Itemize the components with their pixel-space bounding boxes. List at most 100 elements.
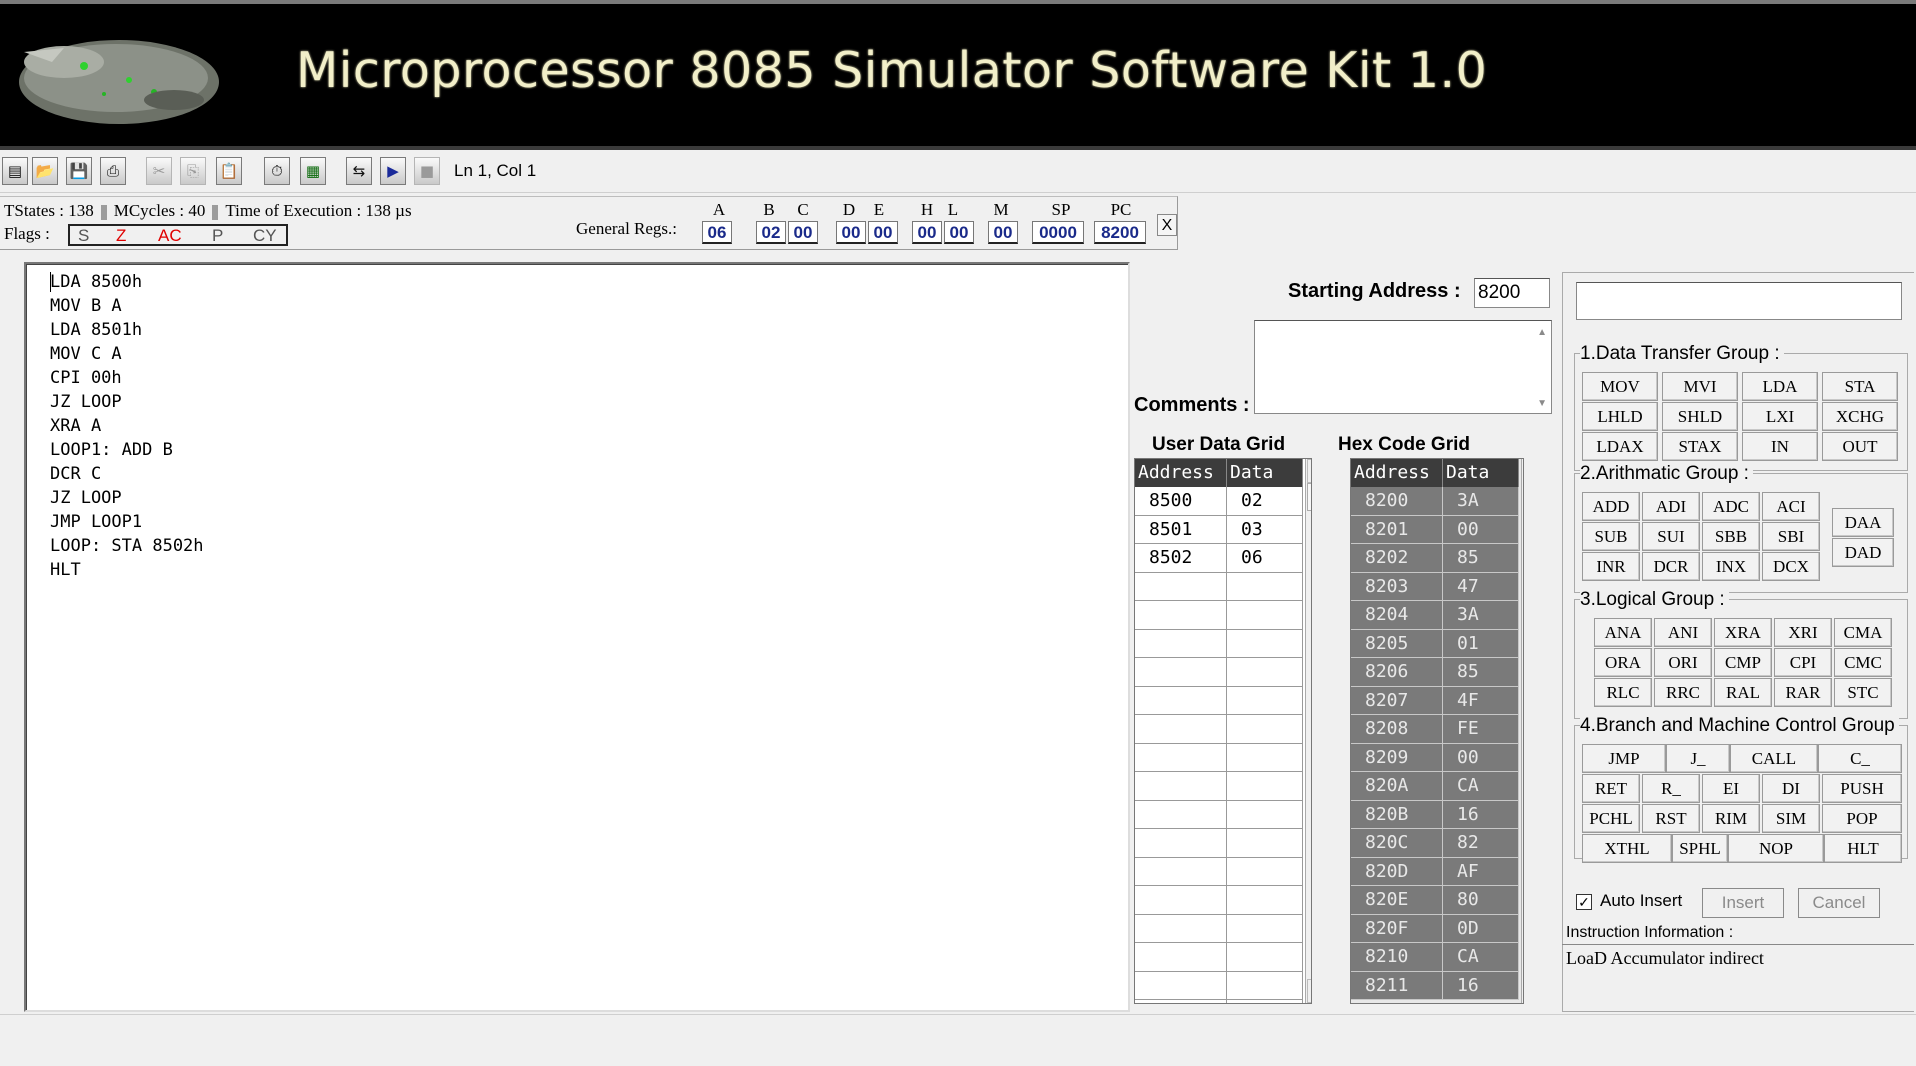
instr-button-rar[interactable]: RAR	[1774, 678, 1832, 707]
instr-button-dcr[interactable]: DCR	[1642, 552, 1700, 581]
grid-cell-data[interactable]: 80	[1443, 886, 1519, 915]
grid-header-address[interactable]: Address	[1135, 459, 1227, 487]
cancel-button[interactable]: Cancel	[1798, 888, 1880, 918]
grid-cell-address[interactable]	[1135, 743, 1227, 772]
copy-icon[interactable]: ⎘	[180, 157, 206, 185]
grid-cell-data[interactable]	[1227, 857, 1303, 886]
grid-cell-address[interactable]	[1135, 715, 1227, 744]
instr-button-ldax[interactable]: LDAX	[1582, 432, 1658, 461]
scroll-down-icon[interactable]: ▼	[1307, 979, 1311, 1003]
grid-cell-data[interactable]: 00	[1443, 743, 1519, 772]
instr-button-cmc[interactable]: CMC	[1834, 648, 1892, 677]
scroll-down-icon[interactable]: ▼	[1523, 979, 1524, 1003]
grid-cell-address[interactable]	[1135, 857, 1227, 886]
instr-button-sui[interactable]: SUI	[1642, 522, 1700, 551]
instr-button-rrc[interactable]: RRC	[1654, 678, 1712, 707]
grid-cell-address[interactable]: 820C	[1351, 829, 1443, 858]
grid-cell-data[interactable]: 00	[1443, 515, 1519, 544]
grid-cell-data[interactable]: 4F	[1443, 686, 1519, 715]
grid-cell-data[interactable]: FE	[1443, 715, 1519, 744]
grid-cell-data[interactable]	[1227, 886, 1303, 915]
instr-button-rlc[interactable]: RLC	[1594, 678, 1652, 707]
grid-cell-data[interactable]	[1227, 943, 1303, 972]
grid-cell-address[interactable]: 8502	[1135, 544, 1227, 573]
instr-button-pop[interactable]: POP	[1822, 804, 1902, 833]
instr-button-jmp[interactable]: JMP	[1582, 744, 1666, 773]
grid-header-data[interactable]: Data	[1443, 459, 1519, 487]
instr-button-sim[interactable]: SIM	[1762, 804, 1820, 833]
grid-cell-data[interactable]: 85	[1443, 658, 1519, 687]
grid-cell-data[interactable]: 16	[1443, 800, 1519, 829]
instr-button-lda[interactable]: LDA	[1742, 372, 1818, 401]
grid-cell-address[interactable]	[1135, 971, 1227, 1000]
run-icon[interactable]: ▶	[380, 157, 406, 185]
grid-scrollbar[interactable]: ▲▼	[1521, 459, 1524, 1003]
grid-cell-address[interactable]: 8500	[1135, 487, 1227, 516]
grid-cell-data[interactable]: 03	[1227, 515, 1303, 544]
instr-button-xthl[interactable]: XTHL	[1582, 834, 1672, 863]
scroll-up-icon[interactable]: ▲	[1537, 327, 1547, 338]
display-icon[interactable]: ▦	[300, 157, 326, 185]
close-registers-button[interactable]: X	[1157, 214, 1177, 236]
grid-cell-data[interactable]	[1227, 743, 1303, 772]
instr-button-di[interactable]: DI	[1762, 774, 1820, 803]
grid-cell-address[interactable]: 8207	[1351, 686, 1443, 715]
grid-cell-data[interactable]: AF	[1443, 857, 1519, 886]
grid-cell-address[interactable]: 8206	[1351, 658, 1443, 687]
instr-button-sub[interactable]: SUB	[1582, 522, 1640, 551]
instr-button-adc[interactable]: ADC	[1702, 492, 1760, 521]
grid-cell-data[interactable]: 16	[1443, 971, 1519, 1000]
grid-cell-address[interactable]: 8501	[1135, 515, 1227, 544]
grid-cell-address[interactable]	[1135, 800, 1227, 829]
grid-cell-data[interactable]	[1227, 572, 1303, 601]
instr-button-cx[interactable]: C_	[1818, 744, 1902, 773]
instr-button-adi[interactable]: ADI	[1642, 492, 1700, 521]
instr-button-aci[interactable]: ACI	[1762, 492, 1820, 521]
grid-cell-data[interactable]: 06	[1227, 544, 1303, 573]
instr-button-shld[interactable]: SHLD	[1662, 402, 1738, 431]
grid-cell-data[interactable]: CA	[1443, 772, 1519, 801]
scroll-thumb[interactable]	[1307, 483, 1311, 511]
instr-button-stax[interactable]: STAX	[1662, 432, 1738, 461]
grid-cell-address[interactable]: 820B	[1351, 800, 1443, 829]
grid-cell-data[interactable]: 85	[1443, 544, 1519, 573]
instr-button-lhld[interactable]: LHLD	[1582, 402, 1658, 431]
grid-cell-address[interactable]	[1135, 829, 1227, 858]
grid-cell-data[interactable]	[1227, 629, 1303, 658]
grid-cell-data[interactable]	[1227, 715, 1303, 744]
instr-button-xchg[interactable]: XCHG	[1822, 402, 1898, 431]
instr-button-mvi[interactable]: MVI	[1662, 372, 1738, 401]
instr-button-ana[interactable]: ANA	[1594, 618, 1652, 647]
code-editor[interactable]: LDA 8500h MOV B A LDA 8501h MOV C A CPI 00h J…	[24, 262, 1130, 1012]
grid-cell-data[interactable]	[1227, 971, 1303, 1000]
grid-cell-address[interactable]: 8202	[1351, 544, 1443, 573]
instruction-input[interactable]	[1576, 282, 1902, 320]
grid-cell-data[interactable]	[1227, 829, 1303, 858]
instr-button-sbb[interactable]: SBB	[1702, 522, 1760, 551]
instr-button-cmp[interactable]: CMP	[1714, 648, 1772, 677]
grid-cell-address[interactable]: 820F	[1351, 914, 1443, 943]
user-data-grid[interactable]: AddressData850002850103850206▲▼	[1134, 458, 1312, 1004]
stop-icon[interactable]: ■	[414, 157, 440, 185]
save-icon[interactable]: 💾	[66, 157, 92, 185]
instr-button-add[interactable]: ADD	[1582, 492, 1640, 521]
grid-cell-address[interactable]: 8205	[1351, 629, 1443, 658]
scroll-down-icon[interactable]: ▼	[1537, 398, 1547, 409]
open-icon[interactable]: 📂	[32, 157, 58, 185]
grid-cell-address[interactable]: 820E	[1351, 886, 1443, 915]
paste-icon[interactable]: 📋	[216, 157, 242, 185]
grid-cell-data[interactable]	[1227, 772, 1303, 801]
auto-insert-checkbox[interactable]: ✓	[1576, 894, 1592, 910]
grid-cell-data[interactable]: CA	[1443, 943, 1519, 972]
grid-cell-data[interactable]: 82	[1443, 829, 1519, 858]
instr-button-out[interactable]: OUT	[1822, 432, 1898, 461]
instr-button-inr[interactable]: INR	[1582, 552, 1640, 581]
instr-button-sta[interactable]: STA	[1822, 372, 1898, 401]
grid-cell-address[interactable]: 8203	[1351, 572, 1443, 601]
grid-cell-data[interactable]	[1227, 686, 1303, 715]
starting-address-input[interactable]: 8200	[1474, 278, 1550, 308]
grid-cell-data[interactable]	[1227, 1000, 1303, 1003]
print-icon[interactable]: ⎙	[100, 157, 126, 185]
instr-button-push[interactable]: PUSH	[1822, 774, 1902, 803]
instr-button-dad[interactable]: DAD	[1832, 538, 1894, 567]
